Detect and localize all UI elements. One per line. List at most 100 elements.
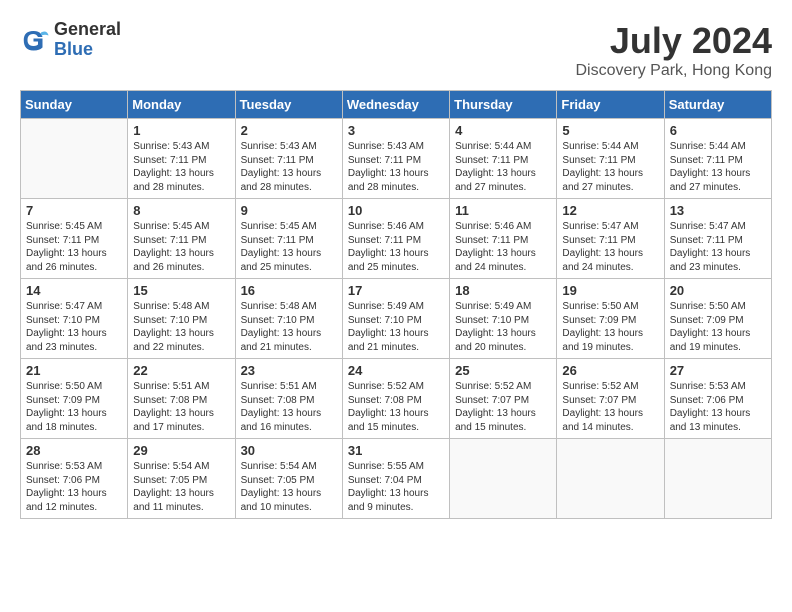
- calendar-cell: 11 Sunrise: 5:46 AMSunset: 7:11 PMDayligh…: [450, 199, 557, 279]
- calendar-cell: 6 Sunrise: 5:44 AMSunset: 7:11 PMDaylight…: [664, 119, 771, 199]
- day-number: 26: [562, 363, 658, 378]
- calendar-week-row: 7 Sunrise: 5:45 AMSunset: 7:11 PMDaylight…: [21, 199, 772, 279]
- day-info: Sunrise: 5:44 AMSunset: 7:11 PMDaylight:…: [670, 140, 766, 194]
- day-number: 27: [670, 363, 766, 378]
- calendar-cell: 31Sunrise: 5:55 AMSunset: 7:04 PMDayligh…: [342, 439, 449, 519]
- calendar-cell: 16 Sunrise: 5:48 AMSunset: 7:10 PMDayligh…: [235, 279, 342, 359]
- page-header: General Blue July 2024 Discovery Park, H…: [20, 20, 772, 80]
- day-info: Sunrise: 5:43 AMSunset: 7:11 PMDaylight:…: [348, 140, 444, 194]
- day-number: 25: [455, 363, 551, 378]
- day-info: Sunrise: 5:48 AMSunset: 7:10 PMDaylight:…: [241, 300, 337, 354]
- weekday-header: Tuesday: [235, 91, 342, 119]
- day-number: 9: [241, 203, 337, 218]
- title-block: July 2024 Discovery Park, Hong Kong: [575, 20, 772, 80]
- day-number: 5: [562, 123, 658, 138]
- day-number: 29: [133, 443, 229, 458]
- day-number: 12: [562, 203, 658, 218]
- weekday-header: Friday: [557, 91, 664, 119]
- day-info: Sunrise: 5:43 AMSunset: 7:11 PMDaylight:…: [133, 140, 229, 194]
- day-info: Sunrise: 5:44 AMSunset: 7:11 PMDaylight:…: [562, 140, 658, 194]
- calendar-cell: [21, 119, 128, 199]
- day-number: 18: [455, 283, 551, 298]
- day-number: 23: [241, 363, 337, 378]
- day-info: Sunrise: 5:49 AMSunset: 7:10 PMDaylight:…: [455, 300, 551, 354]
- day-number: 7: [26, 203, 122, 218]
- day-info: Sunrise: 5:47 AMSunset: 7:10 PMDaylight:…: [26, 300, 122, 354]
- calendar-cell: 9 Sunrise: 5:45 AMSunset: 7:11 PMDaylight…: [235, 199, 342, 279]
- calendar-cell: 28Sunrise: 5:53 AMSunset: 7:06 PMDayligh…: [21, 439, 128, 519]
- day-info: Sunrise: 5:54 AMSunset: 7:05 PMDaylight:…: [133, 460, 229, 514]
- calendar-cell: 23 Sunrise: 5:51 AMSunset: 7:08 PMDayligh…: [235, 359, 342, 439]
- calendar-cell: 4 Sunrise: 5:44 AMSunset: 7:11 PMDaylight…: [450, 119, 557, 199]
- calendar-cell: 13 Sunrise: 5:47 AMSunset: 7:11 PMDayligh…: [664, 199, 771, 279]
- day-info: Sunrise: 5:50 AMSunset: 7:09 PMDaylight:…: [670, 300, 766, 354]
- calendar-cell: 7 Sunrise: 5:45 AMSunset: 7:11 PMDaylight…: [21, 199, 128, 279]
- day-number: 3: [348, 123, 444, 138]
- day-number: 8: [133, 203, 229, 218]
- calendar-cell: 1 Sunrise: 5:43 AMSunset: 7:11 PMDaylight…: [128, 119, 235, 199]
- day-number: 4: [455, 123, 551, 138]
- day-info: Sunrise: 5:50 AMSunset: 7:09 PMDaylight:…: [562, 300, 658, 354]
- calendar-cell: 21 Sunrise: 5:50 AMSunset: 7:09 PMDayligh…: [21, 359, 128, 439]
- day-info: Sunrise: 5:47 AMSunset: 7:11 PMDaylight:…: [562, 220, 658, 274]
- day-number: 13: [670, 203, 766, 218]
- calendar-cell: 5 Sunrise: 5:44 AMSunset: 7:11 PMDaylight…: [557, 119, 664, 199]
- day-number: 31: [348, 443, 444, 458]
- calendar-cell: 12 Sunrise: 5:47 AMSunset: 7:11 PMDayligh…: [557, 199, 664, 279]
- title-location: Discovery Park, Hong Kong: [575, 62, 772, 80]
- calendar-cell: 10Sunrise: 5:46 AMSunset: 7:11 PMDayligh…: [342, 199, 449, 279]
- day-number: 2: [241, 123, 337, 138]
- weekday-header: Monday: [128, 91, 235, 119]
- day-number: 11: [455, 203, 551, 218]
- calendar-cell: 19 Sunrise: 5:50 AMSunset: 7:09 PMDayligh…: [557, 279, 664, 359]
- logo: General Blue: [20, 20, 121, 60]
- logo-blue: Blue: [54, 40, 121, 60]
- day-info: Sunrise: 5:44 AMSunset: 7:11 PMDaylight:…: [455, 140, 551, 194]
- title-month: July 2024: [575, 20, 772, 62]
- calendar-cell: [664, 439, 771, 519]
- day-info: Sunrise: 5:43 AMSunset: 7:11 PMDaylight:…: [241, 140, 337, 194]
- logo-general: General: [54, 20, 121, 40]
- day-number: 22: [133, 363, 229, 378]
- day-info: Sunrise: 5:54 AMSunset: 7:05 PMDaylight:…: [241, 460, 337, 514]
- day-info: Sunrise: 5:51 AMSunset: 7:08 PMDaylight:…: [241, 380, 337, 434]
- calendar-cell: 25 Sunrise: 5:52 AMSunset: 7:07 PMDayligh…: [450, 359, 557, 439]
- weekday-header: Wednesday: [342, 91, 449, 119]
- day-number: 20: [670, 283, 766, 298]
- day-number: 17: [348, 283, 444, 298]
- day-number: 6: [670, 123, 766, 138]
- day-info: Sunrise: 5:52 AMSunset: 7:08 PMDaylight:…: [348, 380, 444, 434]
- day-number: 24: [348, 363, 444, 378]
- day-info: Sunrise: 5:45 AMSunset: 7:11 PMDaylight:…: [241, 220, 337, 274]
- calendar-cell: 24 Sunrise: 5:52 AMSunset: 7:08 PMDayligh…: [342, 359, 449, 439]
- day-info: Sunrise: 5:45 AMSunset: 7:11 PMDaylight:…: [133, 220, 229, 274]
- day-info: Sunrise: 5:51 AMSunset: 7:08 PMDaylight:…: [133, 380, 229, 434]
- calendar-cell: 22 Sunrise: 5:51 AMSunset: 7:08 PMDayligh…: [128, 359, 235, 439]
- day-number: 28: [26, 443, 122, 458]
- calendar-cell: 8 Sunrise: 5:45 AMSunset: 7:11 PMDaylight…: [128, 199, 235, 279]
- calendar-table: SundayMondayTuesdayWednesdayThursdayFrid…: [20, 90, 772, 519]
- calendar-cell: 30Sunrise: 5:54 AMSunset: 7:05 PMDayligh…: [235, 439, 342, 519]
- calendar-week-row: 1 Sunrise: 5:43 AMSunset: 7:11 PMDaylight…: [21, 119, 772, 199]
- day-number: 16: [241, 283, 337, 298]
- day-info: Sunrise: 5:47 AMSunset: 7:11 PMDaylight:…: [670, 220, 766, 274]
- weekday-header: Sunday: [21, 91, 128, 119]
- weekday-header-row: SundayMondayTuesdayWednesdayThursdayFrid…: [21, 91, 772, 119]
- calendar-cell: 20 Sunrise: 5:50 AMSunset: 7:09 PMDayligh…: [664, 279, 771, 359]
- day-number: 15: [133, 283, 229, 298]
- day-info: Sunrise: 5:45 AMSunset: 7:11 PMDaylight:…: [26, 220, 122, 274]
- day-info: Sunrise: 5:52 AMSunset: 7:07 PMDaylight:…: [562, 380, 658, 434]
- calendar-cell: 29 Sunrise: 5:54 AMSunset: 7:05 PMDayligh…: [128, 439, 235, 519]
- day-info: Sunrise: 5:46 AMSunset: 7:11 PMDaylight:…: [455, 220, 551, 274]
- day-number: 21: [26, 363, 122, 378]
- day-number: 19: [562, 283, 658, 298]
- weekday-header: Saturday: [664, 91, 771, 119]
- calendar-cell: 15Sunrise: 5:48 AMSunset: 7:10 PMDayligh…: [128, 279, 235, 359]
- calendar-cell: 14Sunrise: 5:47 AMSunset: 7:10 PMDayligh…: [21, 279, 128, 359]
- calendar-cell: 2 Sunrise: 5:43 AMSunset: 7:11 PMDaylight…: [235, 119, 342, 199]
- day-info: Sunrise: 5:50 AMSunset: 7:09 PMDaylight:…: [26, 380, 122, 434]
- day-info: Sunrise: 5:52 AMSunset: 7:07 PMDaylight:…: [455, 380, 551, 434]
- day-number: 1: [133, 123, 229, 138]
- calendar-week-row: 28Sunrise: 5:53 AMSunset: 7:06 PMDayligh…: [21, 439, 772, 519]
- day-number: 10: [348, 203, 444, 218]
